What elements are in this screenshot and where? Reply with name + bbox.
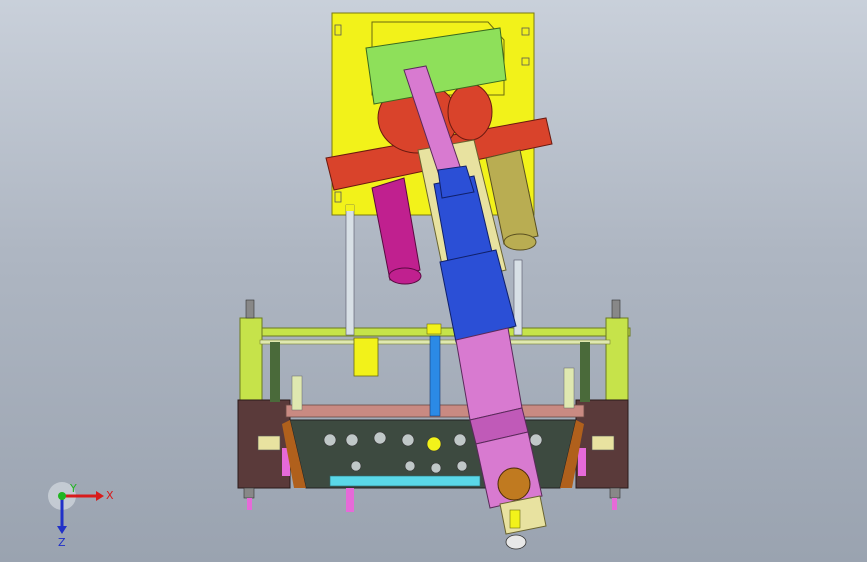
x-axis-label: X [106, 489, 114, 502]
z-axis-label: Z [58, 536, 66, 549]
y-axis-label: Y [69, 482, 77, 495]
base-frame[interactable] [237, 204, 631, 512]
cad-viewport[interactable]: X Y Z [0, 0, 867, 562]
axis-gizmo: X Y Z [48, 482, 114, 549]
y-axis-dot [58, 492, 66, 500]
robot-assembly-model[interactable] [0, 0, 867, 562]
coordinate-triad: X Y Z [44, 480, 124, 550]
